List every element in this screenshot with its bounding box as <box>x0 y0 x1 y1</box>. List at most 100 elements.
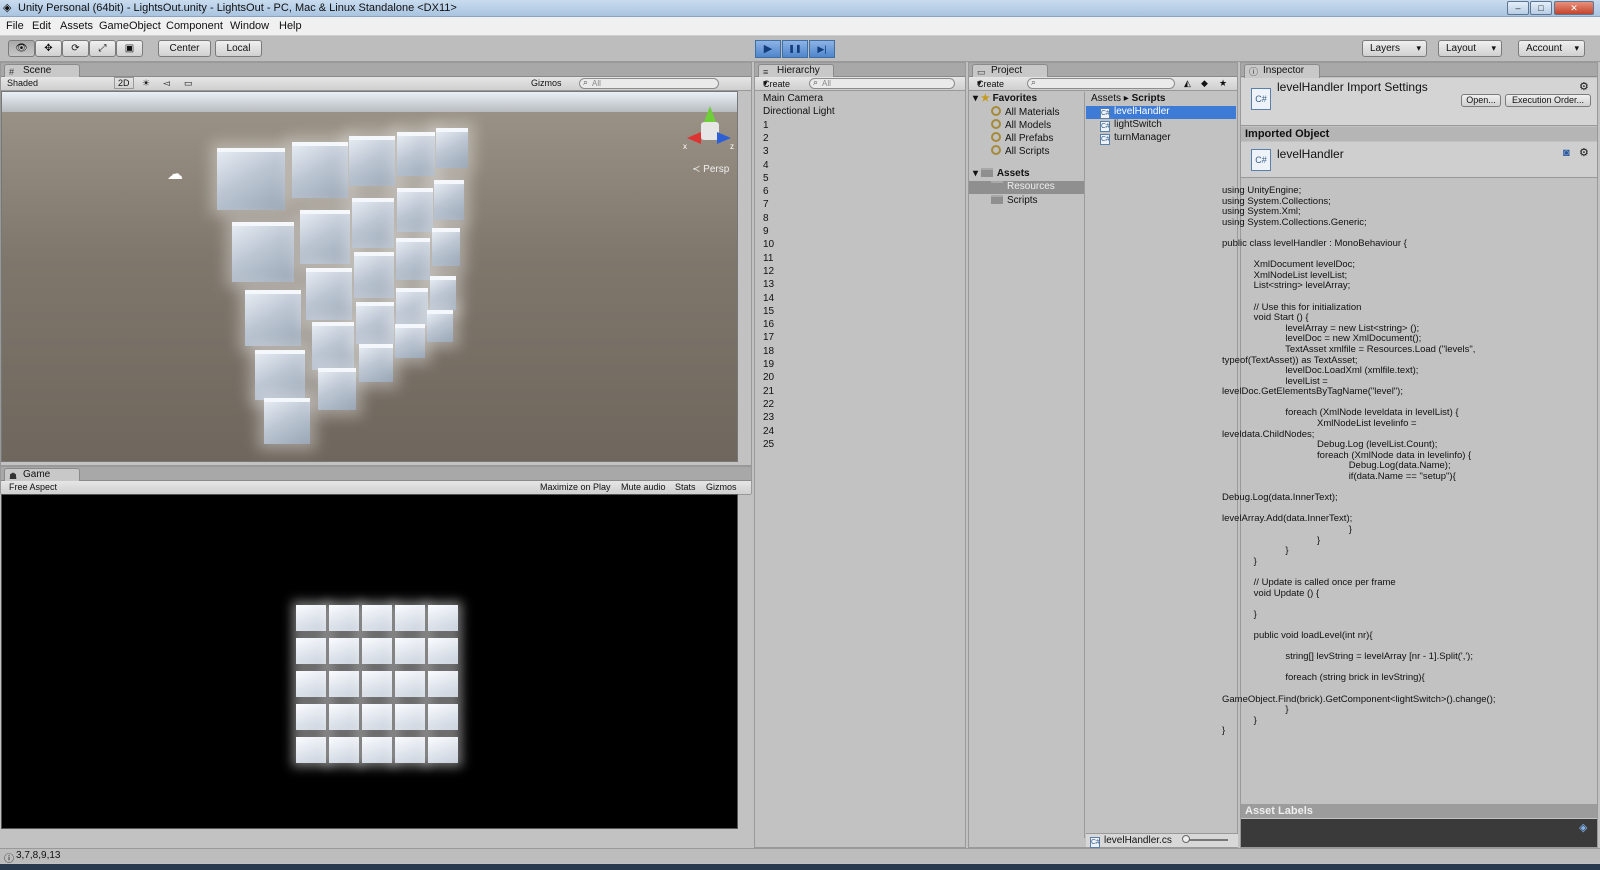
tab-hierarchy[interactable]: ≡ Hierarchy <box>758 64 834 78</box>
x-axis-icon[interactable] <box>687 132 701 144</box>
game-cube[interactable] <box>395 605 425 631</box>
menu-component[interactable]: Component <box>166 20 223 32</box>
maximize-button[interactable]: □ <box>1530 1 1552 15</box>
game-cube[interactable] <box>428 671 458 697</box>
game-cube[interactable] <box>296 671 326 697</box>
audio-toggle-icon[interactable]: ◅ <box>163 78 170 89</box>
hierarchy-item[interactable]: 9 <box>763 226 769 237</box>
game-cube[interactable] <box>329 704 359 730</box>
hierarchy-item[interactable]: 2 <box>763 133 769 144</box>
hierarchy-search-input[interactable]: All <box>809 78 955 89</box>
scene-search-input[interactable]: All <box>579 78 719 89</box>
hierarchy-item[interactable]: 19 <box>763 359 774 370</box>
minimize-button[interactable]: – <box>1507 1 1529 15</box>
hierarchy-item[interactable]: 20 <box>763 372 774 383</box>
settings-gear-icon[interactable]: ⚙ <box>1579 80 1589 93</box>
lighting-toggle-icon[interactable]: ☀ <box>142 78 150 89</box>
pivot-center-button[interactable]: Center <box>158 40 211 57</box>
game-cube[interactable] <box>395 671 425 697</box>
game-cube[interactable] <box>296 605 326 631</box>
tab-game[interactable]: ☗ Game <box>4 468 80 482</box>
hierarchy-item[interactable]: 6 <box>763 186 769 197</box>
hierarchy-item[interactable]: 21 <box>763 386 774 397</box>
favorite-star-icon[interactable]: ★ <box>1219 78 1227 89</box>
game-cube[interactable] <box>296 638 326 664</box>
slider-thumb[interactable] <box>1182 835 1190 843</box>
game-cube[interactable] <box>395 704 425 730</box>
game-cube[interactable] <box>428 704 458 730</box>
hierarchy-item[interactable]: 14 <box>763 293 774 304</box>
game-cube[interactable] <box>329 737 359 763</box>
hierarchy-item[interactable]: 22 <box>763 399 774 410</box>
close-button[interactable]: ✕ <box>1554 1 1594 15</box>
tab-inspector[interactable]: ⓘ Inspector <box>1244 64 1320 78</box>
label-tag-icon[interactable]: ◈ <box>1579 821 1587 834</box>
pause-button[interactable]: ❚❚ <box>782 40 808 58</box>
project-create-dropdown[interactable]: Create ▾ <box>977 78 1004 89</box>
stats-toggle[interactable]: Stats <box>675 482 696 492</box>
game-cube[interactable] <box>296 737 326 763</box>
account-dropdown[interactable]: Account <box>1518 40 1585 57</box>
game-cube[interactable] <box>362 638 392 664</box>
hierarchy-item[interactable]: Directional Light <box>763 106 835 117</box>
execution-order-button[interactable]: Execution Order... <box>1505 94 1591 107</box>
game-cube[interactable] <box>395 638 425 664</box>
layers-dropdown[interactable]: Layers <box>1362 40 1427 57</box>
game-cube[interactable] <box>362 704 392 730</box>
hierarchy-create-dropdown[interactable]: Create ▾ <box>763 78 790 89</box>
project-search-input[interactable] <box>1027 78 1175 89</box>
menu-edit[interactable]: Edit <box>32 20 51 32</box>
mode-2d-button[interactable]: 2D <box>114 77 134 89</box>
game-cube[interactable] <box>329 605 359 631</box>
hierarchy-item[interactable]: 16 <box>763 319 774 330</box>
move-tool-icon[interactable]: ✥ <box>35 40 62 57</box>
game-cube[interactable] <box>362 737 392 763</box>
hierarchy-item[interactable]: 4 <box>763 160 769 171</box>
icon-size-slider[interactable] <box>1184 839 1228 841</box>
filter-type-icon[interactable]: ◭ <box>1184 78 1191 89</box>
effects-toggle-icon[interactable]: ▭ <box>184 78 193 89</box>
maximize-on-play-toggle[interactable]: Maximize on Play <box>540 482 611 492</box>
scene-viewport[interactable]: ☁ x z ≺ Persp <box>1 91 738 462</box>
game-gizmos-dropdown[interactable]: Gizmos <box>706 482 737 492</box>
open-button[interactable]: Open... <box>1461 94 1501 107</box>
mute-audio-toggle[interactable]: Mute audio <box>621 482 666 492</box>
menu-assets[interactable]: Assets <box>60 20 93 32</box>
game-cube[interactable] <box>395 737 425 763</box>
hierarchy-item[interactable]: 23 <box>763 412 774 423</box>
game-viewport[interactable] <box>1 494 738 829</box>
favorite-item[interactable]: All Prefabs <box>991 132 1053 144</box>
favorites-node[interactable]: ▾ ★ Favorites <box>973 93 1037 104</box>
file-item[interactable]: C# lightSwitch <box>1100 119 1162 132</box>
rotate-tool-icon[interactable]: ⟳ <box>62 40 89 57</box>
menu-window[interactable]: Window <box>230 20 269 32</box>
z-axis-icon[interactable] <box>717 132 731 144</box>
step-button[interactable]: ▶| <box>809 40 835 58</box>
scene-gizmos-dropdown[interactable]: Gizmos <box>531 78 562 88</box>
hierarchy-item[interactable]: 13 <box>763 279 774 290</box>
shading-dropdown[interactable]: Shaded <box>7 78 38 88</box>
menu-file[interactable]: File <box>6 20 24 32</box>
breadcrumb-current[interactable]: Scripts <box>1132 93 1166 104</box>
favorite-item[interactable]: All Models <box>991 119 1051 131</box>
game-cube[interactable] <box>428 737 458 763</box>
game-cube[interactable] <box>428 638 458 664</box>
game-cube[interactable] <box>362 671 392 697</box>
hierarchy-item[interactable]: 1 <box>763 120 769 131</box>
aspect-dropdown[interactable]: Free Aspect <box>9 482 57 492</box>
favorite-item[interactable]: All Scripts <box>991 145 1049 157</box>
reference-icon[interactable]: ◙ <box>1563 147 1570 159</box>
hierarchy-item[interactable]: 7 <box>763 199 769 210</box>
rect-tool-icon[interactable]: ▣ <box>116 40 143 57</box>
orientation-gizmo[interactable]: x z <box>683 102 735 162</box>
menu-gameobject[interactable]: GameObject <box>99 20 161 32</box>
tab-project[interactable]: ▭ Project <box>972 64 1048 78</box>
pivot-local-button[interactable]: Local <box>215 40 262 57</box>
game-cube[interactable] <box>428 605 458 631</box>
layout-dropdown[interactable]: Layout <box>1438 40 1502 57</box>
hierarchy-item[interactable]: 24 <box>763 426 774 437</box>
assets-node[interactable]: ▾ Assets <box>973 168 1030 179</box>
console-message[interactable]: 3,7,8,9,13 <box>16 850 60 861</box>
game-cube[interactable] <box>329 671 359 697</box>
hierarchy-item[interactable]: 18 <box>763 346 774 357</box>
